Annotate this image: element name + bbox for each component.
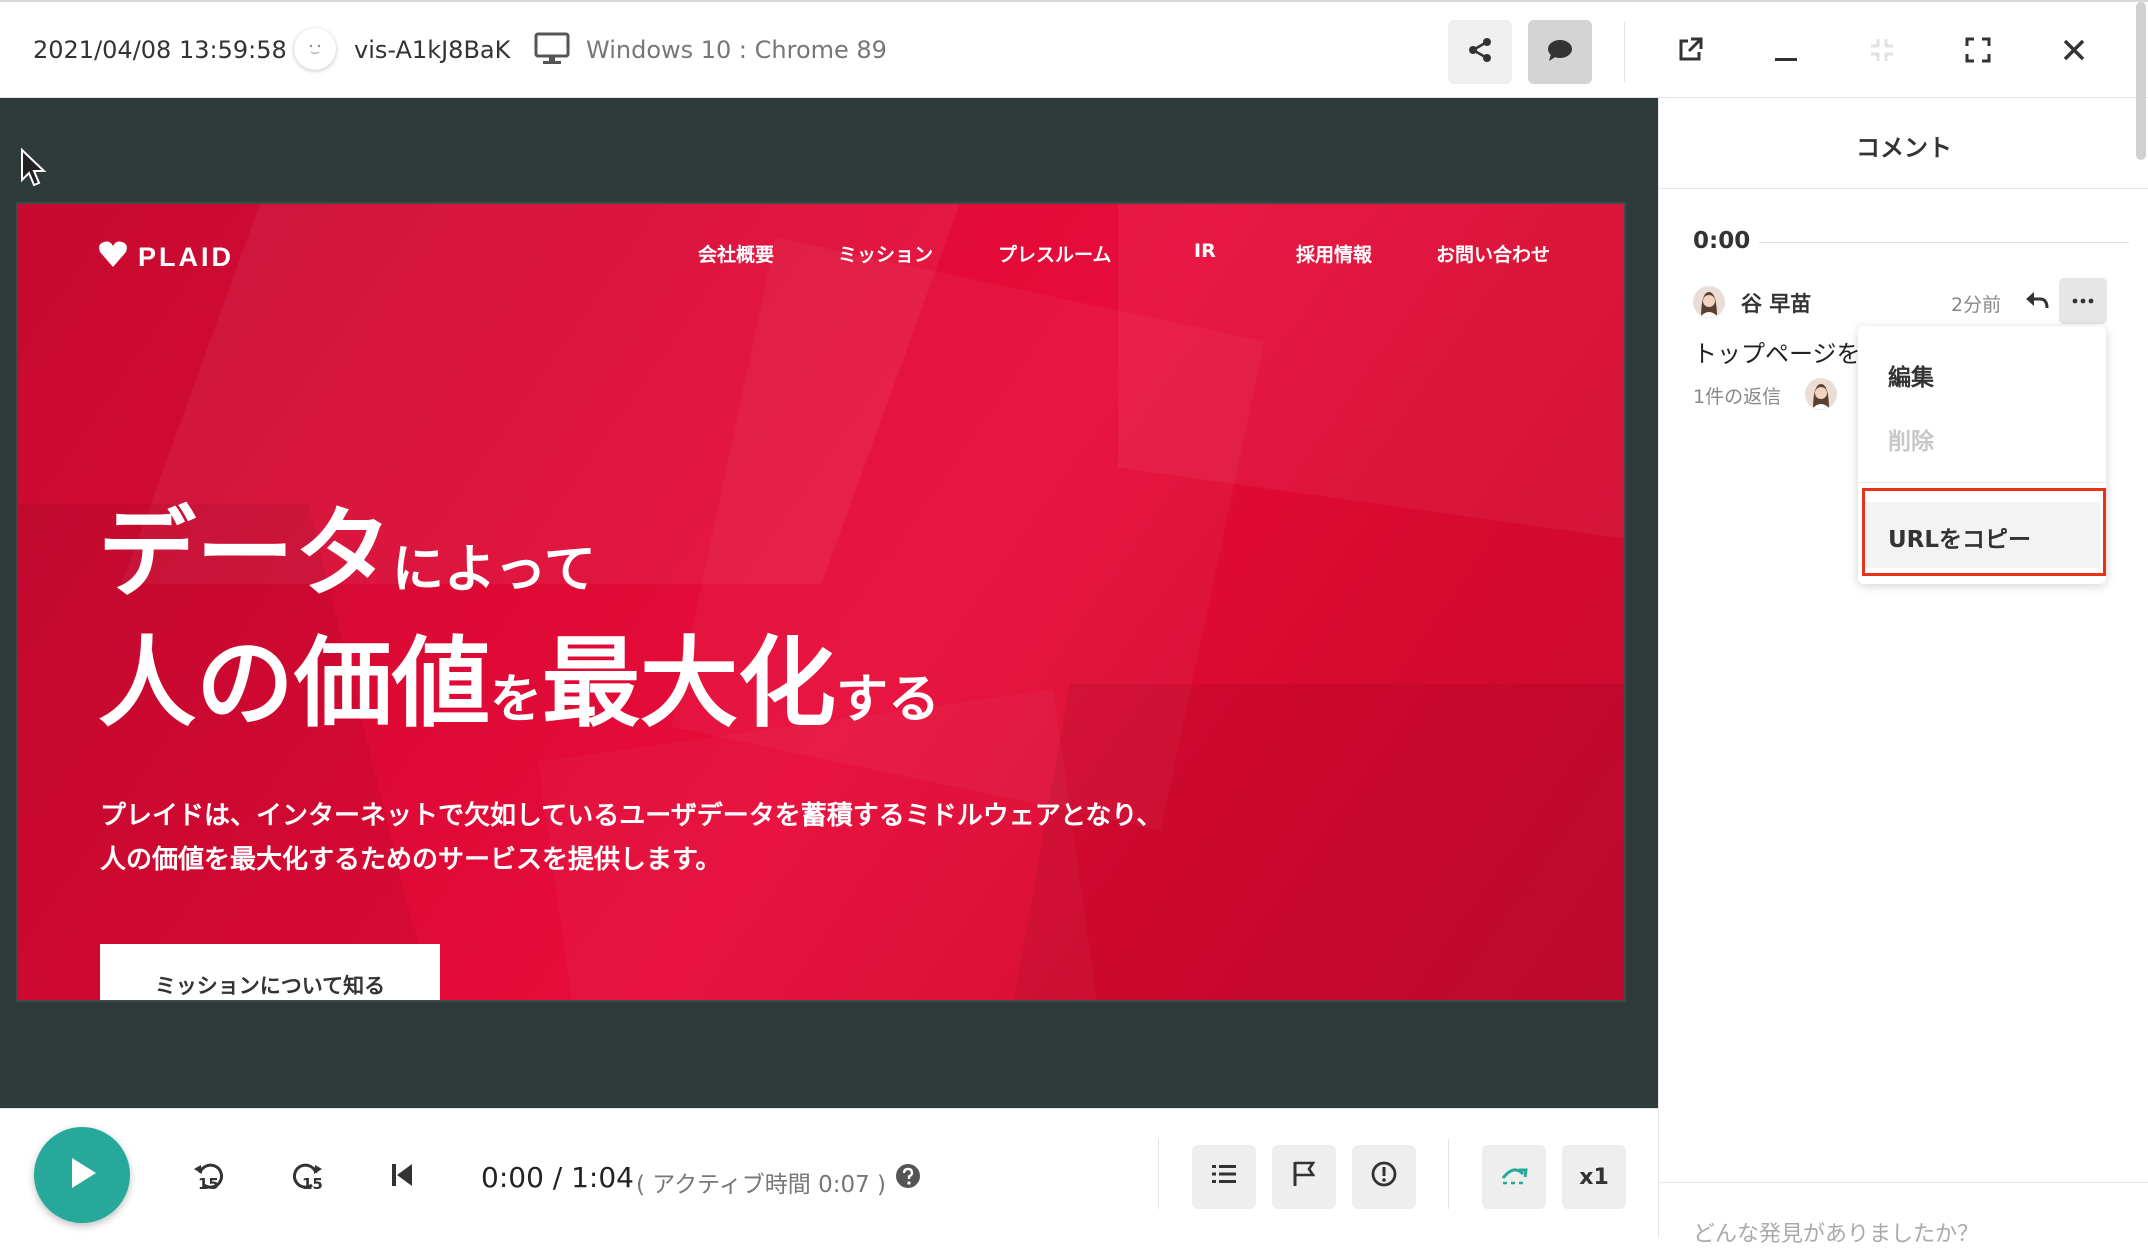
mission-cta-button[interactable]: ミッションについて知る	[100, 944, 440, 1000]
site-nav-contact[interactable]: お問い合わせ	[1436, 240, 1550, 267]
minimize-button[interactable]	[1756, 20, 1816, 84]
skip-inactivity-toggle[interactable]	[1482, 1145, 1546, 1209]
site-logo-text: PLAID	[138, 242, 234, 272]
visitor-id[interactable]: vis-A1kJ8BaK	[354, 36, 510, 64]
environment-label: Windows 10 : Chrome 89	[586, 36, 887, 64]
panel-scrollbar[interactable]	[2136, 2, 2146, 160]
session-datetime: 2021/04/08 13:59:58	[33, 36, 287, 64]
flag-button[interactable]	[1272, 1145, 1336, 1209]
comment-bubble-icon	[1545, 36, 1575, 68]
heart-icon	[98, 240, 128, 275]
reply-avatar	[1805, 378, 1837, 410]
divider	[1659, 1182, 2148, 1183]
rewind-seconds: 15	[198, 1175, 219, 1193]
exit-fullscreen-button[interactable]	[1852, 20, 1912, 84]
hero-text: する	[836, 670, 941, 730]
menu-item-edit[interactable]: 編集	[1888, 358, 1934, 392]
forward-seconds: 15	[302, 1175, 323, 1193]
forward-15-button[interactable]: 15	[278, 1149, 334, 1205]
site-logo[interactable]: PLAID	[98, 240, 234, 275]
divider	[1624, 22, 1625, 82]
alert-button[interactable]	[1352, 1145, 1416, 1209]
site-nav-press[interactable]: プレスルーム	[998, 240, 1111, 267]
comment-ago: 2分前	[1951, 294, 2002, 316]
hero-heading-line2: 人の価値を最大化する	[98, 604, 940, 746]
site-nav-mission[interactable]: ミッション	[838, 240, 933, 267]
replay-stage: PLAID 会社概要 ミッション プレスルーム IR 採用情報 お問い合わせ デ…	[0, 98, 1658, 1108]
help-icon[interactable]	[895, 1163, 921, 1193]
player-controls: 15 15 0:00 / 1:04 ( アクティブ時間 0:07 ) x1	[0, 1108, 1658, 1238]
more-horizontal-icon	[2072, 298, 2094, 304]
rewind-15-button[interactable]: 15	[182, 1149, 238, 1205]
comment-timestamp[interactable]: 0:00	[1693, 228, 1750, 254]
hero-heading-line1: データによって	[98, 474, 596, 616]
comment-more-button[interactable]	[2059, 278, 2107, 324]
top-bar: 2021/04/08 13:59:58 vis-A1kJ8BaK Windows…	[0, 0, 2148, 98]
hero-description-line: 人の価値を最大化するためのサービスを提供します。	[100, 845, 722, 875]
close-icon	[2061, 37, 2087, 67]
hero-text: 最大化	[542, 627, 837, 741]
panel-title: コメント	[1856, 134, 1952, 162]
hero-text: データ	[98, 497, 393, 611]
shrink-icon	[1868, 36, 1896, 68]
share-icon	[1466, 36, 1494, 68]
monitor-icon	[534, 32, 570, 70]
list-icon	[1210, 1162, 1238, 1192]
menu-item-delete[interactable]: 削除	[1888, 422, 1934, 456]
active-time: ( アクティブ時間 0:07 )	[636, 1172, 886, 1198]
comment-toggle-button[interactable]	[1528, 20, 1592, 84]
author-avatar	[1693, 286, 1725, 318]
divider	[1759, 242, 2129, 243]
comment-panel: コメント 0:00 谷 早苗 2分前 トップページを 1件の返信 どんな発見があ…	[1658, 98, 2148, 1247]
playback-speed-button[interactable]: x1	[1562, 1145, 1626, 1209]
site-nav-ir[interactable]: IR	[1194, 240, 1216, 262]
divider	[1858, 482, 2106, 483]
hero-text: を	[490, 670, 543, 730]
reply-icon[interactable]	[2023, 288, 2051, 318]
site-nav-recruit[interactable]: 採用情報	[1296, 240, 1372, 267]
external-link-icon	[1676, 36, 1704, 68]
comment-input-placeholder[interactable]: どんな発見がありましたか？	[1693, 1216, 1979, 1248]
alert-circle-icon	[1370, 1160, 1398, 1194]
hero-description-line: プレイドは、インターネットで欠如しているユーザデータを蓄積するミドルウェアとなり…	[100, 801, 1163, 831]
skip-to-start-button[interactable]	[374, 1149, 430, 1205]
hero-text: 人の価値	[98, 627, 491, 741]
flag-icon	[1291, 1160, 1317, 1194]
close-button[interactable]	[2044, 20, 2104, 84]
share-button[interactable]	[1448, 20, 1512, 84]
play-button[interactable]	[34, 1127, 130, 1223]
expand-icon	[1964, 36, 1992, 68]
site-nav-company[interactable]: 会社概要	[698, 240, 774, 267]
play-icon	[62, 1153, 102, 1197]
skip-back-icon	[390, 1162, 414, 1192]
replayed-website: PLAID 会社概要 ミッション プレスルーム IR 採用情報 お問い合わせ デ…	[16, 202, 1626, 1002]
comment-text: トップページを	[1693, 340, 1861, 368]
visitor-avatar	[294, 28, 336, 70]
hero-text: によって	[392, 540, 596, 600]
skip-inactive-icon	[1499, 1162, 1529, 1192]
event-list-button[interactable]	[1192, 1145, 1256, 1209]
reply-count-link[interactable]: 1件の返信	[1693, 382, 1781, 409]
divider	[1158, 1139, 1159, 1209]
time-display: 0:00 / 1:04	[481, 1161, 634, 1194]
minimize-icon	[1772, 36, 1800, 68]
divider	[1659, 188, 2148, 189]
fullscreen-button[interactable]	[1948, 20, 2008, 84]
divider	[1448, 1139, 1449, 1209]
hero-description: プレイドは、インターネットで欠如しているユーザデータを蓄積するミドルウェアとなり…	[100, 794, 1162, 882]
open-external-button[interactable]	[1660, 20, 1720, 84]
comment-author: 谷 早苗	[1741, 292, 1812, 316]
highlight-box	[1862, 488, 2106, 576]
mouse-cursor-icon	[20, 147, 48, 192]
